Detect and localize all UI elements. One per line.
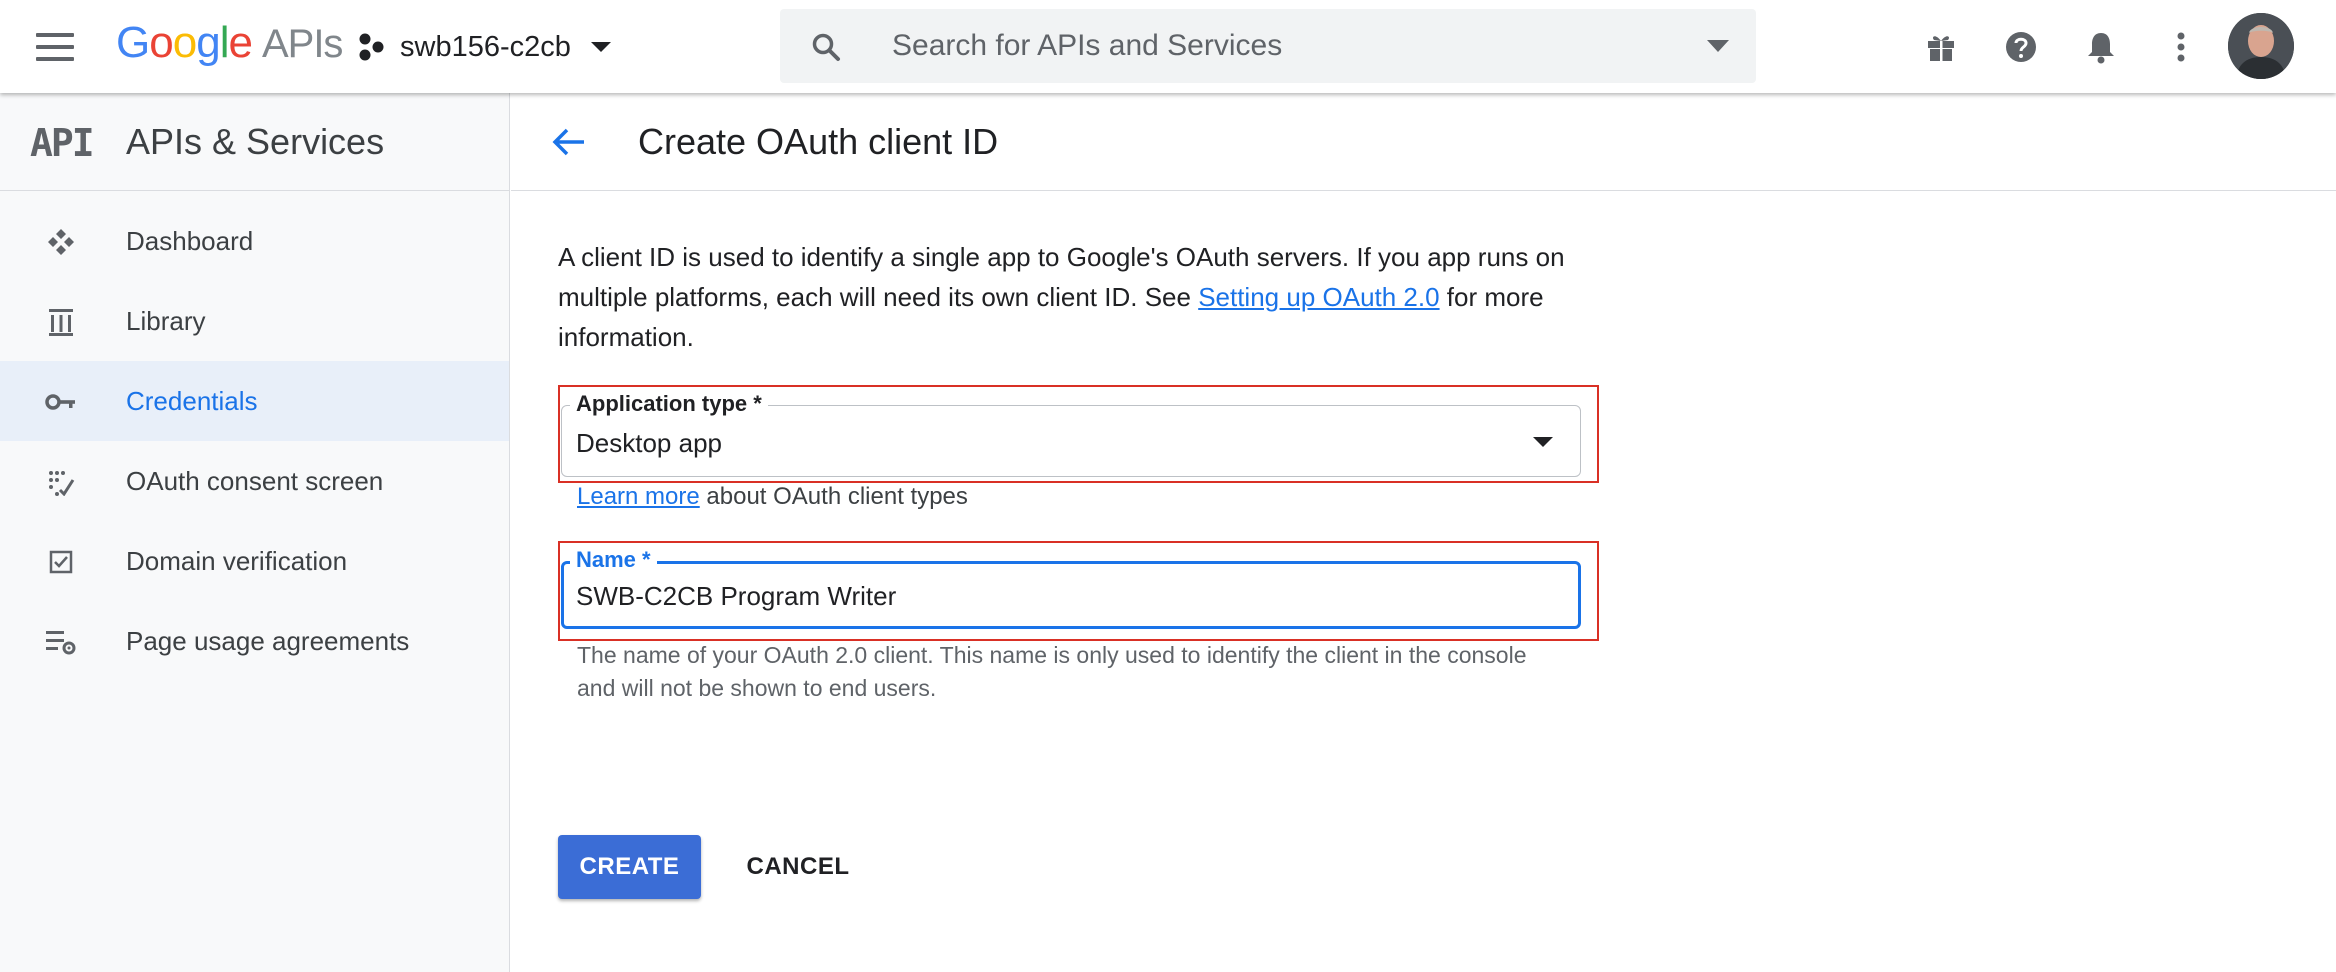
sidebar-item-credentials[interactable]: Credentials (0, 361, 509, 441)
sidebar-title: APIs & Services (126, 121, 385, 162)
application-type-value: Desktop app (576, 428, 722, 458)
back-arrow-icon[interactable] (546, 119, 592, 165)
page-header: Create OAuth client ID (511, 93, 2336, 191)
name-input[interactable] (576, 576, 1566, 616)
avatar[interactable] (2228, 13, 2294, 79)
sidebar-header: API APIs & Services (0, 93, 509, 191)
gift-icon[interactable] (1918, 24, 1964, 70)
sidebar-item-label: Dashboard (126, 225, 254, 256)
application-type-label: Application type * (570, 391, 768, 417)
api-logo-icon: API (30, 121, 95, 165)
logo-letter: g (196, 18, 221, 67)
chevron-down-icon (590, 42, 611, 52)
learn-more-suffix: about OAuth client types (699, 483, 968, 510)
sidebar-item-oauth-consent-screen[interactable]: OAuth consent screen (0, 441, 509, 521)
cancel-button[interactable]: CANCEL (733, 835, 863, 899)
sidebar-item-domain-verification[interactable]: Domain verification (0, 521, 509, 601)
google-apis-logo[interactable]: Go o g l e APIs (116, 18, 343, 68)
search-input[interactable] (892, 21, 1672, 71)
sidebar-item-label: Page usage agreements (126, 625, 410, 656)
project-selector[interactable]: swb156-c2cb (356, 24, 613, 70)
settings-list-icon (44, 625, 78, 659)
main-content: Create OAuth client ID A client ID is us… (511, 93, 2336, 972)
create-button[interactable]: CREATE (558, 835, 701, 899)
logo-letter: l (219, 18, 230, 67)
learn-more-link[interactable]: Learn more (577, 483, 700, 510)
key-icon (44, 385, 78, 419)
page-title: Create OAuth client ID (638, 121, 999, 162)
setting-up-oauth-link[interactable]: Setting up OAuth 2.0 (1198, 282, 1439, 312)
sidebar-item-label: Library (126, 305, 206, 336)
project-icon (359, 33, 384, 61)
notifications-icon[interactable] (2078, 24, 2124, 70)
consent-icon (44, 465, 78, 499)
project-name: swb156-c2cb (400, 30, 571, 63)
application-type-select[interactable]: Application type * Desktop app (561, 391, 1581, 477)
chevron-down-icon (1533, 437, 1553, 447)
sidebar-item-label: OAuth consent screen (126, 465, 384, 496)
name-field[interactable]: Name * (561, 547, 1581, 629)
description-text: A client ID is used to identify a single… (558, 237, 1618, 357)
sidebar-nav: Dashboard Library Credentials OAuth cons… (0, 191, 509, 681)
search-icon[interactable] (810, 31, 842, 63)
sidebar-item-library[interactable]: Library (0, 281, 509, 361)
name-hint-text: The name of your OAuth 2.0 client. This … (577, 642, 1527, 701)
dashboard-icon (44, 225, 78, 259)
name-label: Name * (570, 547, 657, 573)
checkbox-icon (44, 545, 78, 579)
learn-more-text: Learn more about OAuth client types (577, 483, 968, 511)
logo-apis-text: APIs (261, 22, 343, 66)
more-vert-icon[interactable] (2158, 24, 2204, 70)
sidebar-item-page-usage-agreements[interactable]: Page usage agreements (0, 601, 509, 681)
sidebar: API APIs & Services Dashboard Library Cr… (0, 93, 510, 972)
sidebar-item-label: Credentials (126, 385, 258, 416)
library-icon (44, 305, 78, 339)
menu-icon[interactable] (36, 24, 84, 70)
logo-letter: o (149, 18, 174, 67)
logo-letter: e (228, 18, 253, 67)
search-dropdown-icon[interactable] (1706, 39, 1730, 53)
logo-letter: G (116, 18, 150, 67)
logo-letter: o (172, 18, 198, 67)
sidebar-item-dashboard[interactable]: Dashboard (0, 201, 509, 281)
sidebar-item-label: Domain verification (126, 545, 348, 576)
help-icon[interactable] (1998, 24, 2044, 70)
search-bar[interactable] (780, 9, 1756, 83)
top-bar: Go o g l e APIs swb156-c2cb (0, 0, 2336, 93)
